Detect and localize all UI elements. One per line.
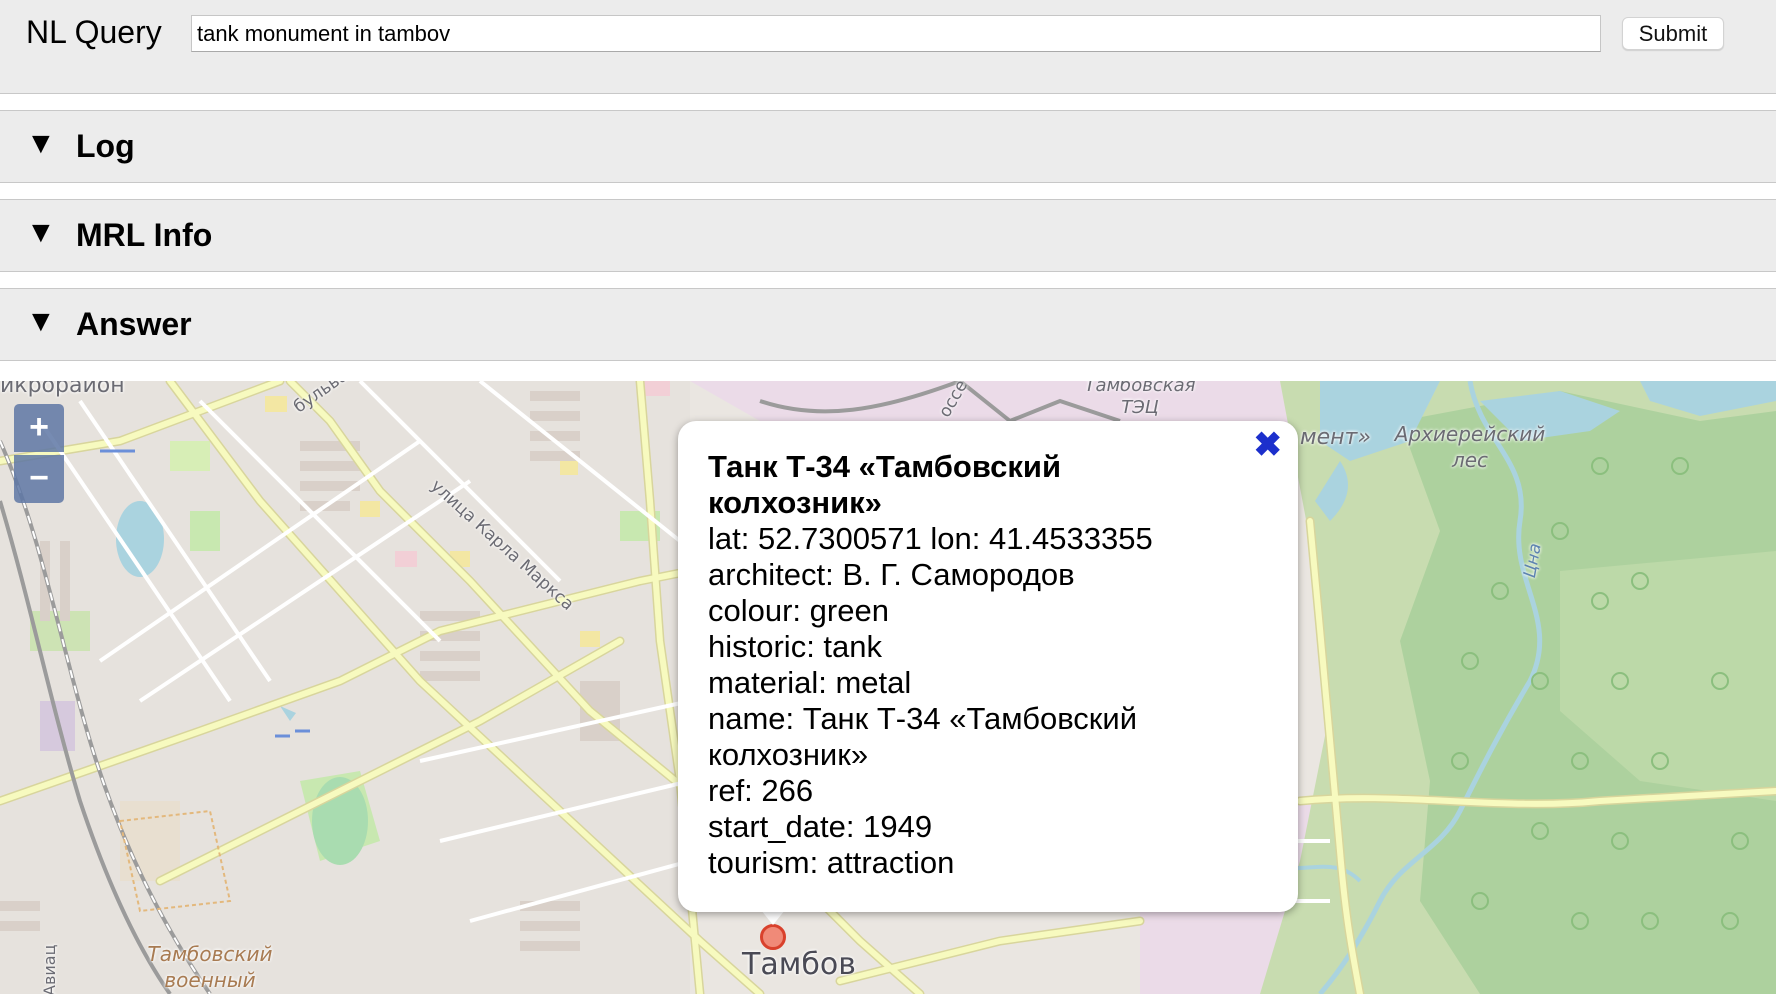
section-title-log[interactable]: Log [76,128,135,164]
location-marker[interactable] [760,924,786,950]
zoom-in-button[interactable]: + [14,404,64,452]
collapse-triangle-icon[interactable]: ▼ [26,127,56,161]
collapse-triangle-icon[interactable]: ▼ [26,305,56,339]
map-label: мент» [1300,425,1371,450]
map-label: Тамбовский военный [147,942,273,992]
popup-property: lat: 52.7300571 lon: 41.4533355 [708,521,1153,556]
map-label: Тамбов [742,947,856,982]
map-label: икрорайон [0,381,125,398]
section-title-mrl-info[interactable]: MRL Info [76,217,212,253]
collapse-triangle-icon[interactable]: ▼ [26,216,56,250]
popup-property: historic: tank [708,629,883,664]
map-label: Архиерейский лес [1394,422,1546,472]
spacer [0,272,1776,288]
zoom-out-button[interactable]: − [14,455,64,503]
popup-title: Танк Т-34 «Тамбовский колхозник» [708,449,1062,520]
section-title-answer[interactable]: Answer [76,306,192,342]
popup-property: material: metal [708,665,912,700]
popup-property: tourism: attraction [708,845,955,880]
popup-property: colour: green [708,593,889,628]
spacer [0,183,1776,199]
section-answer[interactable]: ▼ Answer [0,289,1776,360]
query-bar: NL Query Submit [0,0,1776,94]
spacer [0,361,1776,381]
popup-property: ref: 266 [708,773,814,808]
close-icon[interactable]: ✖ [1254,425,1283,465]
map-label: Тамбовская ТЭЦ [1084,381,1196,418]
popup-property: start_date: 1949 [708,809,933,844]
feature-popup: ✖ Танк Т-34 «Тамбовский колхозник» lat: … [678,421,1298,912]
query-input[interactable] [191,15,1601,52]
map-label: Авиац [40,944,59,994]
popup-property: name: Танк Т-34 «Тамбовский колхозник» [708,701,1138,772]
section-mrl-info[interactable]: ▼ MRL Info [0,200,1776,271]
submit-button[interactable]: Submit [1622,17,1724,50]
query-label: NL Query [26,14,162,50]
spacer [0,94,1776,110]
popup-property: architect: В. Г. Самородов [708,557,1075,592]
section-log[interactable]: ▼ Log [0,111,1776,182]
